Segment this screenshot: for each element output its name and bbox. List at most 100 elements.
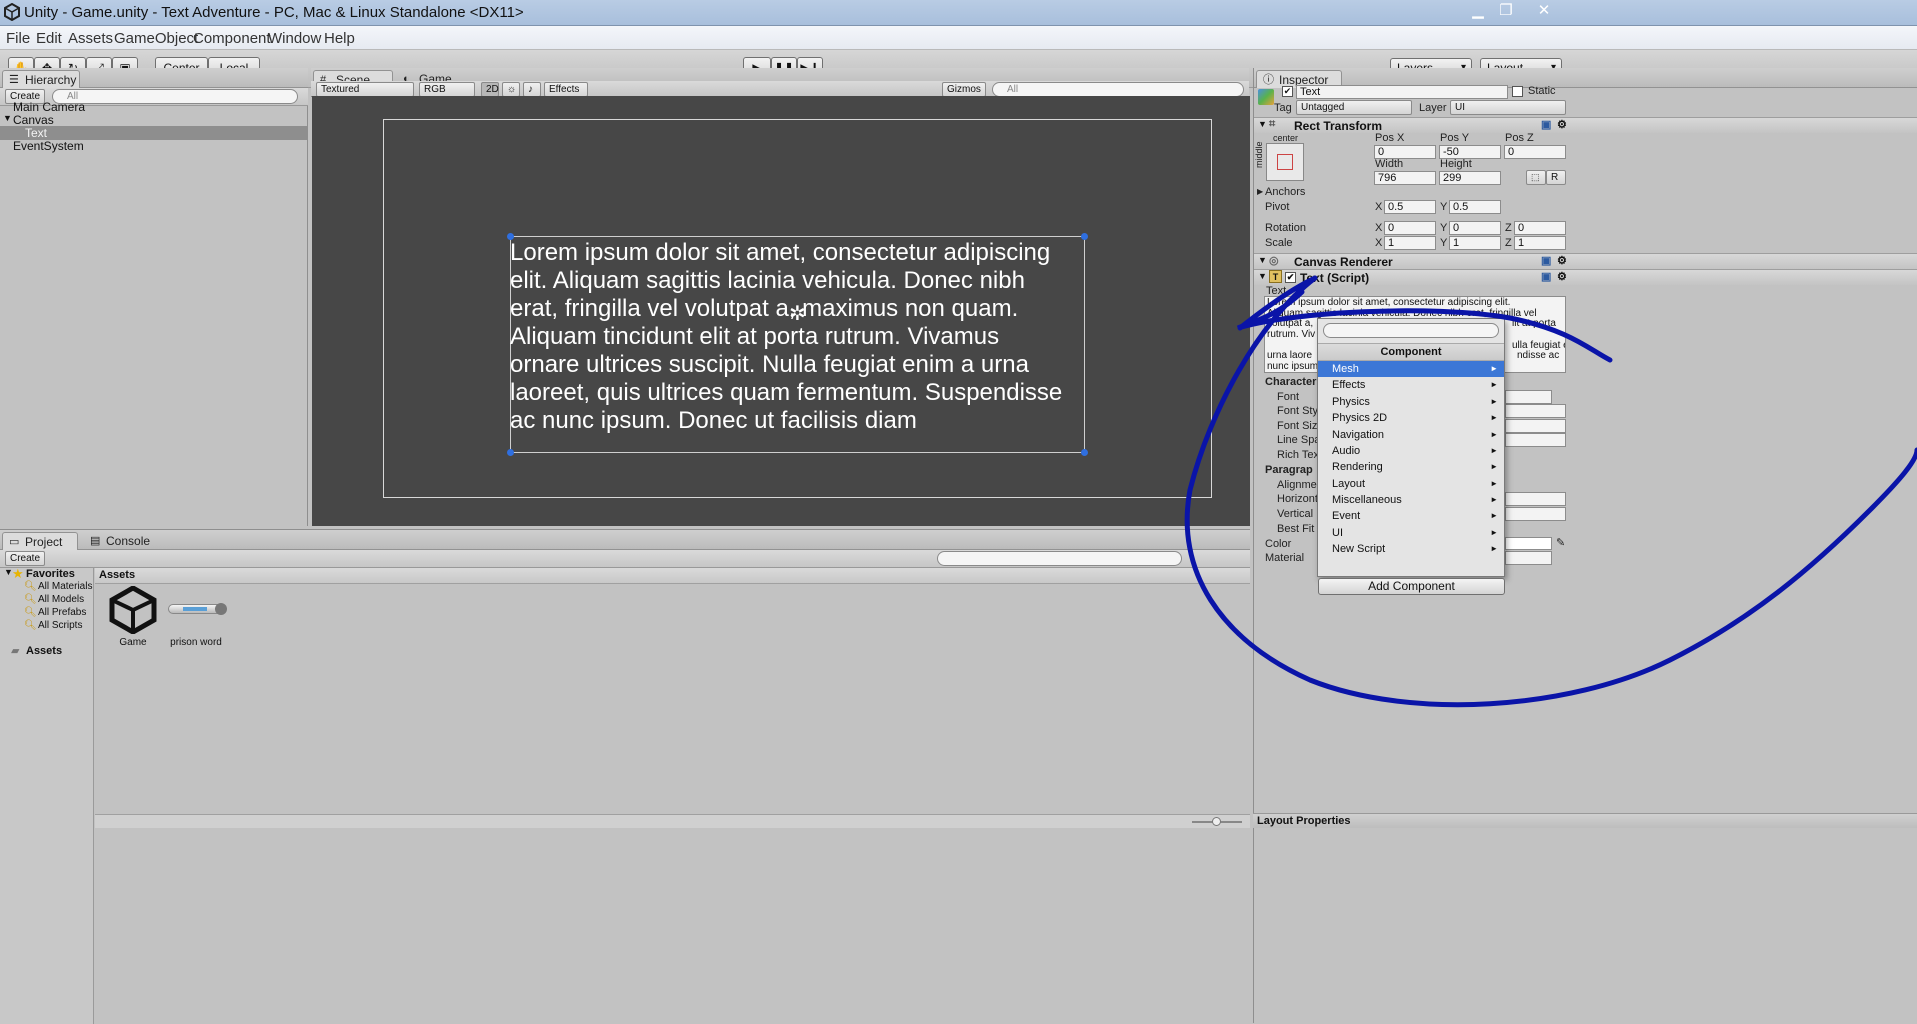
- effects-dropdown[interactable]: Effects: [544, 82, 588, 97]
- component-item-physics-2d[interactable]: Physics 2D ►: [1318, 410, 1504, 426]
- hierarchy-search-input[interactable]: All: [52, 89, 298, 104]
- resize-handle-tr[interactable]: [1081, 233, 1088, 240]
- maximize-button[interactable]: ❐: [1486, 0, 1526, 22]
- scale-z-field[interactable]: 1: [1514, 236, 1566, 250]
- menu-assets[interactable]: Assets: [68, 30, 113, 47]
- component-item-effects[interactable]: Effects ►: [1318, 377, 1504, 393]
- toggle-2d-button[interactable]: 2D: [481, 82, 499, 97]
- resize-handle-bl[interactable]: [507, 449, 514, 456]
- render-mode-dropdown[interactable]: RGB: [419, 82, 475, 97]
- menu-component[interactable]: Component: [193, 30, 271, 47]
- menu-window[interactable]: Window: [268, 30, 321, 47]
- eyedropper-icon[interactable]: ✎: [1556, 536, 1565, 549]
- posy-field[interactable]: -50: [1439, 145, 1501, 159]
- active-checkbox[interactable]: ✔: [1282, 86, 1293, 97]
- tag-dropdown[interactable]: Untagged: [1296, 100, 1412, 115]
- unity-scene-icon[interactable]: [108, 586, 158, 634]
- assets-breadcrumb-label[interactable]: Assets: [99, 569, 135, 581]
- rotation-y-field[interactable]: 0: [1449, 221, 1501, 235]
- component-item-new-script[interactable]: New Script ►: [1318, 541, 1504, 557]
- pivot-gizmo-icon[interactable]: ✲: [789, 301, 806, 326]
- favorite-all-materials[interactable]: All Materials: [38, 581, 92, 592]
- object-name-field[interactable]: Text: [1296, 85, 1508, 99]
- script-asset-icon[interactable]: [168, 603, 227, 615]
- component-item-event[interactable]: Event ►: [1318, 508, 1504, 524]
- component-item-ui[interactable]: UI ►: [1318, 525, 1504, 541]
- gear-icon[interactable]: ⚙: [1557, 254, 1567, 267]
- add-component-button[interactable]: Add Component: [1318, 578, 1505, 595]
- expand-arrow-icon[interactable]: ▼: [1258, 119, 1267, 129]
- font-field[interactable]: [1505, 390, 1552, 404]
- anchors-foldout[interactable]: Anchors: [1265, 186, 1305, 198]
- shading-mode-dropdown[interactable]: Textured: [316, 82, 414, 97]
- vertical-overflow-dropdown[interactable]: [1505, 507, 1566, 521]
- blueprint-mode-button[interactable]: ⬚: [1526, 170, 1546, 185]
- scene-search-input[interactable]: All: [992, 82, 1244, 97]
- component-item-layout[interactable]: Layout ►: [1318, 476, 1504, 492]
- pivot-x-field[interactable]: 0.5: [1384, 200, 1436, 214]
- tab-hierarchy[interactable]: ☰ Hierarchy: [2, 70, 80, 88]
- help-icon[interactable]: ▣: [1541, 254, 1551, 267]
- expand-arrow-icon[interactable]: ▼: [1258, 255, 1267, 265]
- slider-thumb[interactable]: [1212, 817, 1221, 826]
- raw-edit-button[interactable]: R: [1546, 170, 1566, 185]
- pivot-y-field[interactable]: 0.5: [1449, 200, 1501, 214]
- gear-icon[interactable]: ⚙: [1557, 270, 1567, 283]
- help-icon[interactable]: ▣: [1541, 118, 1551, 131]
- text-script-header[interactable]: ▼ T ✔ Text (Script) ▣ ⚙: [1254, 269, 1917, 285]
- anchor-preset-button[interactable]: [1266, 143, 1304, 181]
- scale-x-field[interactable]: 1: [1384, 236, 1436, 250]
- component-item-rendering[interactable]: Rendering ►: [1318, 459, 1504, 475]
- resize-handle-tl[interactable]: [507, 233, 514, 240]
- menu-edit[interactable]: Edit: [36, 30, 62, 47]
- font-size-field[interactable]: [1505, 419, 1566, 433]
- hierarchy-item-main-camera[interactable]: Main Camera: [13, 100, 85, 114]
- height-field[interactable]: 299: [1439, 171, 1501, 185]
- play-preview-icon[interactable]: [215, 603, 227, 615]
- font-style-dropdown[interactable]: [1505, 404, 1566, 418]
- width-field[interactable]: 796: [1374, 171, 1436, 185]
- favorites-label[interactable]: Favorites: [26, 568, 75, 580]
- tab-project[interactable]: ▭ Project: [2, 532, 78, 550]
- favorite-all-models[interactable]: All Models: [38, 594, 84, 605]
- expand-arrow-icon[interactable]: ▼: [1258, 271, 1267, 281]
- tab-console[interactable]: ▤ Console: [84, 532, 154, 550]
- material-field[interactable]: [1505, 551, 1552, 565]
- help-icon[interactable]: ▣: [1541, 270, 1551, 283]
- resize-handle-br[interactable]: [1081, 449, 1088, 456]
- static-checkbox[interactable]: [1512, 86, 1523, 97]
- menu-file[interactable]: File: [6, 30, 30, 47]
- component-item-physics[interactable]: Physics ►: [1318, 394, 1504, 410]
- rotation-z-field[interactable]: 0: [1514, 221, 1566, 235]
- hierarchy-item-canvas[interactable]: Canvas: [13, 113, 54, 127]
- favorite-all-prefabs[interactable]: All Prefabs: [38, 607, 86, 618]
- horizontal-overflow-dropdown[interactable]: [1505, 492, 1566, 506]
- hierarchy-item-eventsystem[interactable]: EventSystem: [13, 139, 84, 153]
- component-item-miscellaneous[interactable]: Miscellaneous ►: [1318, 492, 1504, 508]
- rotation-x-field[interactable]: 0: [1384, 221, 1436, 235]
- component-item-mesh[interactable]: Mesh ►: [1318, 361, 1504, 377]
- scene-viewport[interactable]: Lorem ipsum dolor sit amet, consectetur …: [312, 96, 1250, 526]
- component-search-input[interactable]: [1323, 323, 1499, 338]
- lighting-icon[interactable]: ☼: [502, 82, 520, 97]
- project-search-input[interactable]: [937, 551, 1182, 566]
- menu-help[interactable]: Help: [324, 30, 355, 47]
- posz-field[interactable]: 0: [1504, 145, 1566, 159]
- canvas-renderer-header[interactable]: ▼ ◎ Canvas Renderer ▣ ⚙: [1254, 253, 1917, 269]
- line-spacing-field[interactable]: [1505, 433, 1566, 447]
- gizmos-dropdown[interactable]: Gizmos: [942, 82, 986, 97]
- posx-field[interactable]: 0: [1374, 145, 1436, 159]
- layer-dropdown[interactable]: UI: [1450, 100, 1566, 115]
- scale-y-field[interactable]: 1: [1449, 236, 1501, 250]
- component-item-audio[interactable]: Audio ►: [1318, 443, 1504, 459]
- menu-gameobject[interactable]: GameObject: [114, 30, 198, 47]
- layout-properties-bar[interactable]: Layout Properties: [1253, 813, 1917, 828]
- text-enabled-checkbox[interactable]: ✔: [1285, 272, 1296, 283]
- assets-root-folder[interactable]: Assets: [26, 645, 62, 657]
- component-item-navigation[interactable]: Navigation ►: [1318, 427, 1504, 443]
- color-swatch[interactable]: [1505, 537, 1552, 550]
- audio-icon[interactable]: ♪: [523, 82, 541, 97]
- project-create-dropdown[interactable]: Create: [5, 551, 45, 566]
- favorite-all-scripts[interactable]: All Scripts: [38, 620, 82, 631]
- gear-icon[interactable]: ⚙: [1557, 118, 1567, 131]
